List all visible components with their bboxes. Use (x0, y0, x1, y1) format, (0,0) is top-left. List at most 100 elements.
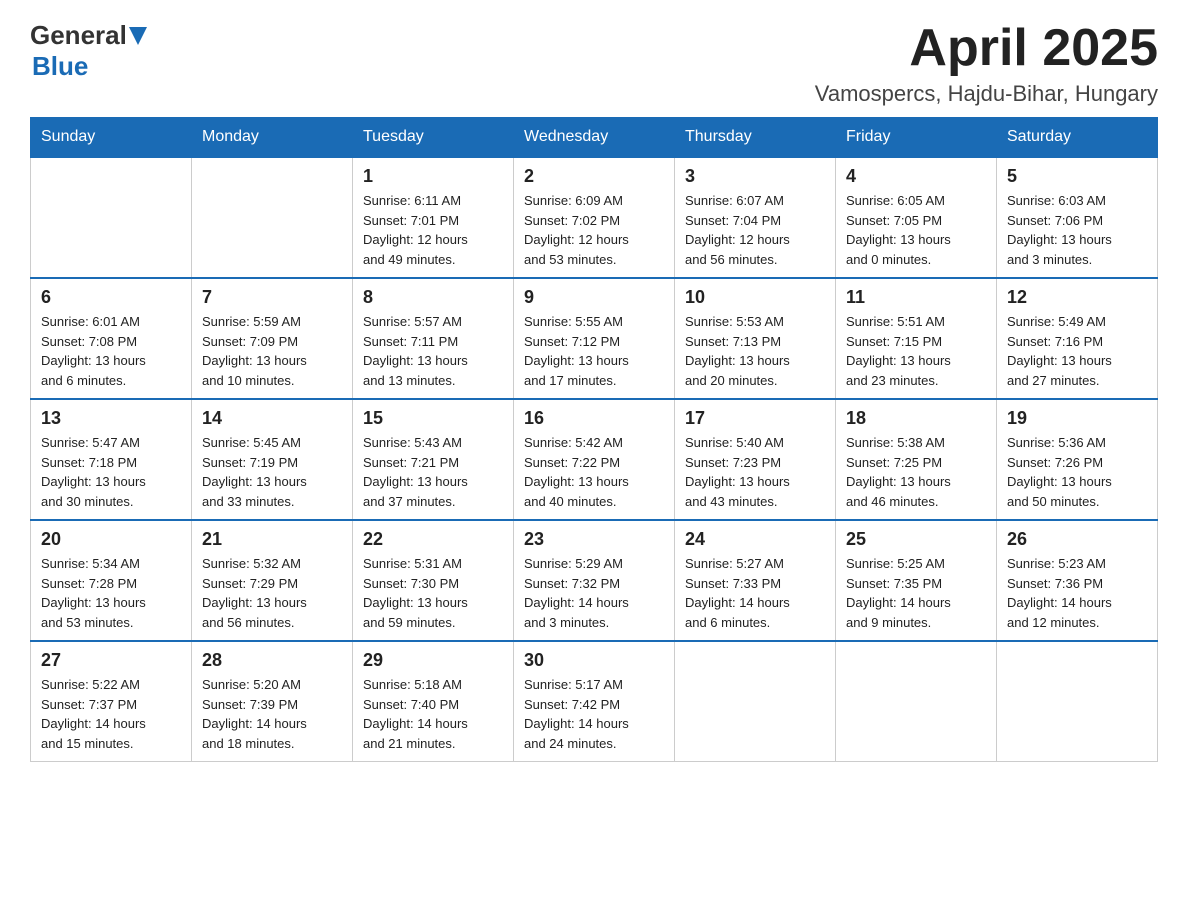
calendar-cell: 8 Sunrise: 5:57 AM Sunset: 7:11 PM Daylig… (353, 278, 514, 399)
day-number: 14 (202, 408, 342, 429)
calendar-cell: 23Sunrise: 5:29 AM Sunset: 7:32 PM Dayli… (514, 520, 675, 641)
calendar-cell: 6 Sunrise: 6:01 AM Sunset: 7:08 PM Daylig… (31, 278, 192, 399)
calendar-cell: 18 Sunrise: 5:38 AM Sunset: 7:25 PM Dayli… (836, 399, 997, 520)
calendar-header-thursday: Thursday (675, 118, 836, 158)
calendar-cell: 26 Sunrise: 5:23 AM Sunset: 7:36 PM Dayli… (997, 520, 1158, 641)
calendar-cell: 10Sunrise: 5:53 AM Sunset: 7:13 PM Dayli… (675, 278, 836, 399)
calendar-week-row: 20 Sunrise: 5:34 AM Sunset: 7:28 PM Dayli… (31, 520, 1158, 641)
day-info: Sunrise: 6:03 AM Sunset: 7:06 PM Dayligh… (1007, 191, 1147, 269)
day-info: Sunrise: 5:47 AM Sunset: 7:18 PM Dayligh… (41, 433, 181, 511)
day-info: Sunrise: 5:43 AM Sunset: 7:21 PM Dayligh… (363, 433, 503, 511)
day-number: 7 (202, 287, 342, 308)
day-info: Sunrise: 5:23 AM Sunset: 7:36 PM Dayligh… (1007, 554, 1147, 632)
day-number: 5 (1007, 166, 1147, 187)
day-number: 1 (363, 166, 503, 187)
page-header: General Blue April 2025 Vamospercs, Hajd… (30, 20, 1158, 107)
calendar-header-saturday: Saturday (997, 118, 1158, 158)
calendar-week-row: 13 Sunrise: 5:47 AM Sunset: 7:18 PM Dayli… (31, 399, 1158, 520)
calendar-cell: 17Sunrise: 5:40 AM Sunset: 7:23 PM Dayli… (675, 399, 836, 520)
logo-triangle-icon (129, 27, 147, 45)
day-info: Sunrise: 6:11 AM Sunset: 7:01 PM Dayligh… (363, 191, 503, 269)
calendar-cell: 14 Sunrise: 5:45 AM Sunset: 7:19 PM Dayli… (192, 399, 353, 520)
calendar-cell: 11 Sunrise: 5:51 AM Sunset: 7:15 PM Dayli… (836, 278, 997, 399)
calendar-week-row: 1 Sunrise: 6:11 AM Sunset: 7:01 PM Daylig… (31, 157, 1158, 278)
calendar-cell: 9 Sunrise: 5:55 AM Sunset: 7:12 PM Daylig… (514, 278, 675, 399)
calendar-cell: 19Sunrise: 5:36 AM Sunset: 7:26 PM Dayli… (997, 399, 1158, 520)
calendar-cell: 24 Sunrise: 5:27 AM Sunset: 7:33 PM Dayli… (675, 520, 836, 641)
calendar-cell (675, 641, 836, 762)
day-number: 10 (685, 287, 825, 308)
calendar-header-row: SundayMondayTuesdayWednesdayThursdayFrid… (31, 118, 1158, 158)
calendar-week-row: 6 Sunrise: 6:01 AM Sunset: 7:08 PM Daylig… (31, 278, 1158, 399)
day-number: 20 (41, 529, 181, 550)
day-info: Sunrise: 6:01 AM Sunset: 7:08 PM Dayligh… (41, 312, 181, 390)
day-number: 3 (685, 166, 825, 187)
day-number: 25 (846, 529, 986, 550)
day-info: Sunrise: 5:55 AM Sunset: 7:12 PM Dayligh… (524, 312, 664, 390)
day-info: Sunrise: 5:51 AM Sunset: 7:15 PM Dayligh… (846, 312, 986, 390)
calendar-cell: 13 Sunrise: 5:47 AM Sunset: 7:18 PM Dayli… (31, 399, 192, 520)
day-info: Sunrise: 5:22 AM Sunset: 7:37 PM Dayligh… (41, 675, 181, 753)
day-number: 28 (202, 650, 342, 671)
day-info: Sunrise: 5:45 AM Sunset: 7:19 PM Dayligh… (202, 433, 342, 511)
day-number: 23 (524, 529, 664, 550)
calendar-header-friday: Friday (836, 118, 997, 158)
day-info: Sunrise: 5:27 AM Sunset: 7:33 PM Dayligh… (685, 554, 825, 632)
calendar-cell: 22 Sunrise: 5:31 AM Sunset: 7:30 PM Dayli… (353, 520, 514, 641)
calendar-cell: 2 Sunrise: 6:09 AM Sunset: 7:02 PM Daylig… (514, 157, 675, 278)
calendar-cell (997, 641, 1158, 762)
day-info: Sunrise: 5:59 AM Sunset: 7:09 PM Dayligh… (202, 312, 342, 390)
logo-general: General (30, 20, 127, 51)
calendar-week-row: 27Sunrise: 5:22 AM Sunset: 7:37 PM Dayli… (31, 641, 1158, 762)
day-number: 22 (363, 529, 503, 550)
day-number: 8 (363, 287, 503, 308)
day-number: 18 (846, 408, 986, 429)
calendar-header-wednesday: Wednesday (514, 118, 675, 158)
day-number: 21 (202, 529, 342, 550)
calendar-cell (192, 157, 353, 278)
calendar-cell: 3 Sunrise: 6:07 AM Sunset: 7:04 PM Daylig… (675, 157, 836, 278)
calendar-cell: 30 Sunrise: 5:17 AM Sunset: 7:42 PM Dayli… (514, 641, 675, 762)
day-number: 15 (363, 408, 503, 429)
calendar-cell (31, 157, 192, 278)
day-info: Sunrise: 5:17 AM Sunset: 7:42 PM Dayligh… (524, 675, 664, 753)
day-number: 2 (524, 166, 664, 187)
calendar-cell: 28 Sunrise: 5:20 AM Sunset: 7:39 PM Dayli… (192, 641, 353, 762)
day-info: Sunrise: 5:18 AM Sunset: 7:40 PM Dayligh… (363, 675, 503, 753)
day-info: Sunrise: 6:07 AM Sunset: 7:04 PM Dayligh… (685, 191, 825, 269)
day-number: 11 (846, 287, 986, 308)
calendar-cell: 15 Sunrise: 5:43 AM Sunset: 7:21 PM Dayli… (353, 399, 514, 520)
day-info: Sunrise: 5:40 AM Sunset: 7:23 PM Dayligh… (685, 433, 825, 511)
logo-blue: Blue (32, 51, 147, 82)
day-info: Sunrise: 5:49 AM Sunset: 7:16 PM Dayligh… (1007, 312, 1147, 390)
day-number: 6 (41, 287, 181, 308)
calendar-cell (836, 641, 997, 762)
day-number: 4 (846, 166, 986, 187)
day-number: 13 (41, 408, 181, 429)
day-info: Sunrise: 5:42 AM Sunset: 7:22 PM Dayligh… (524, 433, 664, 511)
day-number: 30 (524, 650, 664, 671)
day-info: Sunrise: 5:31 AM Sunset: 7:30 PM Dayligh… (363, 554, 503, 632)
day-info: Sunrise: 6:09 AM Sunset: 7:02 PM Dayligh… (524, 191, 664, 269)
day-number: 24 (685, 529, 825, 550)
day-info: Sunrise: 5:57 AM Sunset: 7:11 PM Dayligh… (363, 312, 503, 390)
day-info: Sunrise: 5:36 AM Sunset: 7:26 PM Dayligh… (1007, 433, 1147, 511)
day-number: 26 (1007, 529, 1147, 550)
calendar-table: SundayMondayTuesdayWednesdayThursdayFrid… (30, 117, 1158, 762)
calendar-header-monday: Monday (192, 118, 353, 158)
calendar-cell: 7 Sunrise: 5:59 AM Sunset: 7:09 PM Daylig… (192, 278, 353, 399)
calendar-cell: 12 Sunrise: 5:49 AM Sunset: 7:16 PM Dayli… (997, 278, 1158, 399)
calendar-cell: 27Sunrise: 5:22 AM Sunset: 7:37 PM Dayli… (31, 641, 192, 762)
calendar-cell: 25Sunrise: 5:25 AM Sunset: 7:35 PM Dayli… (836, 520, 997, 641)
day-number: 12 (1007, 287, 1147, 308)
day-info: Sunrise: 5:38 AM Sunset: 7:25 PM Dayligh… (846, 433, 986, 511)
calendar-cell: 16Sunrise: 5:42 AM Sunset: 7:22 PM Dayli… (514, 399, 675, 520)
day-info: Sunrise: 5:32 AM Sunset: 7:29 PM Dayligh… (202, 554, 342, 632)
day-info: Sunrise: 5:34 AM Sunset: 7:28 PM Dayligh… (41, 554, 181, 632)
calendar-cell: 29 Sunrise: 5:18 AM Sunset: 7:40 PM Dayli… (353, 641, 514, 762)
day-number: 9 (524, 287, 664, 308)
location-title: Vamospercs, Hajdu-Bihar, Hungary (815, 81, 1158, 107)
calendar-cell: 20 Sunrise: 5:34 AM Sunset: 7:28 PM Dayli… (31, 520, 192, 641)
day-info: Sunrise: 5:20 AM Sunset: 7:39 PM Dayligh… (202, 675, 342, 753)
day-number: 29 (363, 650, 503, 671)
